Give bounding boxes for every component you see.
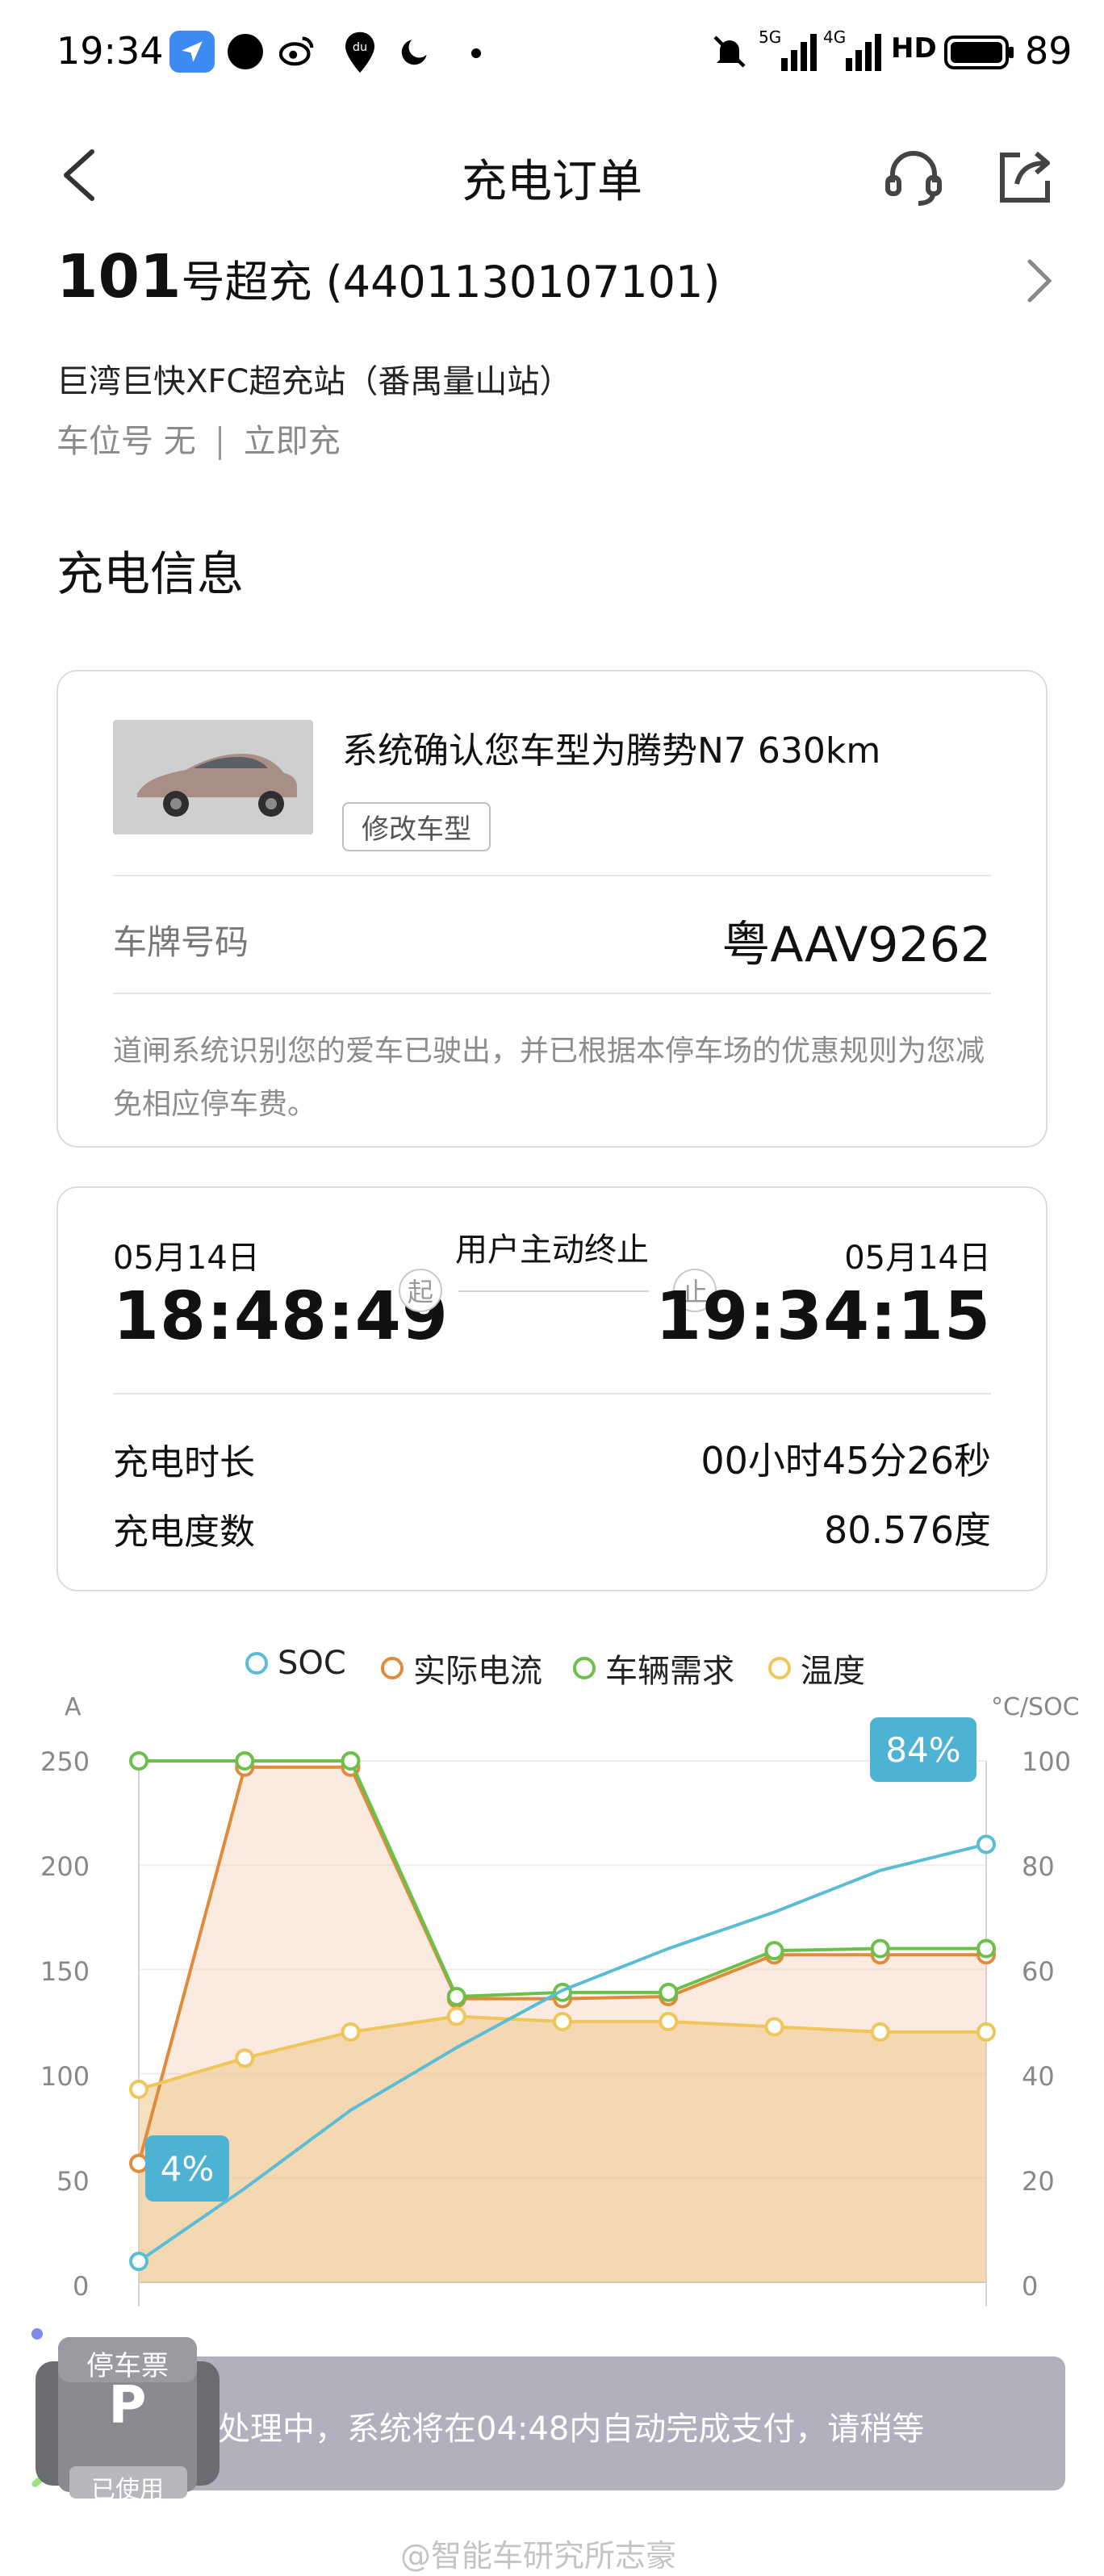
station-name: 巨湾巨快XFC超充站（番禺量山站）	[56, 363, 572, 400]
legend-label: 实际电流	[413, 1653, 542, 1690]
start-marker: 起	[399, 1269, 442, 1312]
chat-bubble-icon	[228, 34, 263, 69]
change-model-button[interactable]: 修改车型	[342, 802, 491, 851]
legend-temperature[interactable]: 温度	[768, 1645, 865, 1692]
ticket-title: 停车票	[86, 2350, 169, 2382]
status-time: 19:34	[56, 29, 164, 73]
station-meta: 车位号 无 立即充	[56, 415, 341, 462]
payment-status-text: 处理中，系统将在04:48内自动完成支付，请稍等	[218, 2411, 925, 2448]
location-arrow-icon	[169, 31, 215, 73]
temperature-point	[553, 2012, 572, 2031]
pile-id: (4401130107101)	[325, 257, 721, 307]
more-notifications-icon	[471, 48, 481, 58]
demand-point	[870, 1938, 890, 1959]
temperature-point	[235, 2048, 255, 2068]
signal-5g-icon: 5G	[759, 27, 817, 71]
pile-number: 101	[56, 242, 182, 312]
divider	[113, 875, 991, 876]
soc-point	[976, 1834, 996, 1855]
current-point	[129, 2153, 148, 2173]
chevron-right-icon[interactable]	[1025, 257, 1054, 305]
demand-point	[341, 1751, 361, 1771]
section-title: 充电信息	[56, 546, 245, 601]
duration-value: 00小时45分26秒	[700, 1439, 991, 1482]
pile-suffix: 号超充	[181, 257, 312, 307]
temperature-point	[129, 2079, 148, 2099]
legend-label: SOC	[278, 1645, 346, 1682]
vehicle-card: 系统确认您车型为腾势N7 630km 修改车型 车牌号码 粤AAV9262 道闸…	[56, 670, 1048, 1148]
end-time: 19:34:15	[655, 1278, 991, 1355]
battery-percent: 89	[1025, 29, 1073, 73]
parking-notice: 道闸系统识别您的爱车已驶出，并已根据本停车场的优惠规则为您减免相应停车费。	[113, 1035, 985, 1121]
legend-marker	[381, 1657, 404, 1679]
watermark: @智能车研究所志豪	[400, 2538, 677, 2574]
legend-marker	[245, 1652, 268, 1675]
meta-divider	[218, 426, 221, 460]
temperature-point	[659, 2012, 679, 2031]
soc-end-bubble: 84%	[870, 1717, 976, 1782]
temperature-area	[139, 2016, 986, 2282]
demand-point	[976, 1938, 996, 1959]
demand-point	[129, 1751, 148, 1771]
moon-icon	[397, 34, 433, 69]
temperature-point	[976, 2022, 996, 2042]
temperature-point	[341, 2022, 361, 2042]
plate-number: 粤AAV9262	[721, 917, 991, 973]
charging-chart	[129, 1751, 996, 2306]
share-icon[interactable]	[994, 145, 1056, 207]
temperature-point	[446, 2006, 466, 2026]
energy-value: 80.576度	[824, 1508, 991, 1552]
demand-point	[659, 1982, 679, 2002]
demand-point	[235, 1751, 255, 1771]
svg-text:P: P	[109, 2376, 147, 2436]
duration-label: 充电时长	[113, 1442, 255, 1483]
divider	[113, 993, 991, 994]
plate-label: 车牌号码	[113, 922, 249, 962]
car-image	[113, 720, 313, 834]
divider	[113, 1393, 991, 1395]
session-card: 05月14日 18:48:49 用户主动终止 起 止 05月14日 19:34:…	[56, 1186, 1048, 1591]
mute-bell-icon	[710, 32, 749, 71]
pile-title[interactable]: 101号超充 (4401130107101)	[56, 242, 720, 312]
legend-label: 温度	[801, 1653, 865, 1690]
energy-label: 充电度数	[113, 1512, 255, 1553]
legend-marker	[768, 1657, 791, 1679]
legend-demand[interactable]: 车辆需求	[573, 1645, 734, 1692]
soc-start-bubble: 4%	[145, 2135, 229, 2202]
signal-4g-icon: 4G	[823, 27, 881, 71]
timeline-line	[458, 1290, 649, 1292]
soc-point	[129, 2252, 148, 2272]
svg-text:du: du	[353, 41, 367, 54]
slot-label: 车位号 无	[56, 423, 196, 460]
legend-label: 车辆需求	[605, 1653, 734, 1690]
parking-ticket-badge[interactable]: P 停车票 已使用	[31, 2319, 224, 2513]
legend-current[interactable]: 实际电流	[381, 1645, 542, 1692]
battery-icon	[944, 36, 1017, 69]
weibo-icon	[278, 32, 316, 69]
end-date: 05月14日	[844, 1240, 991, 1277]
hd-voice-indicator: HD	[891, 32, 937, 65]
demand-point	[446, 1986, 466, 2006]
charge-mode: 立即充	[243, 423, 341, 460]
legend-soc[interactable]: SOC	[245, 1645, 346, 1682]
temperature-point	[764, 2017, 784, 2037]
customer-service-headset-icon[interactable]	[881, 144, 946, 208]
demand-point	[764, 1941, 784, 1961]
temperature-point	[870, 2022, 890, 2042]
car-model-confirm: 系统确认您车型为腾势N7 630km	[342, 730, 881, 772]
legend-marker	[573, 1657, 596, 1679]
map-pin-icon: du	[342, 31, 378, 74]
ticket-used-label: 已使用	[91, 2476, 164, 2504]
